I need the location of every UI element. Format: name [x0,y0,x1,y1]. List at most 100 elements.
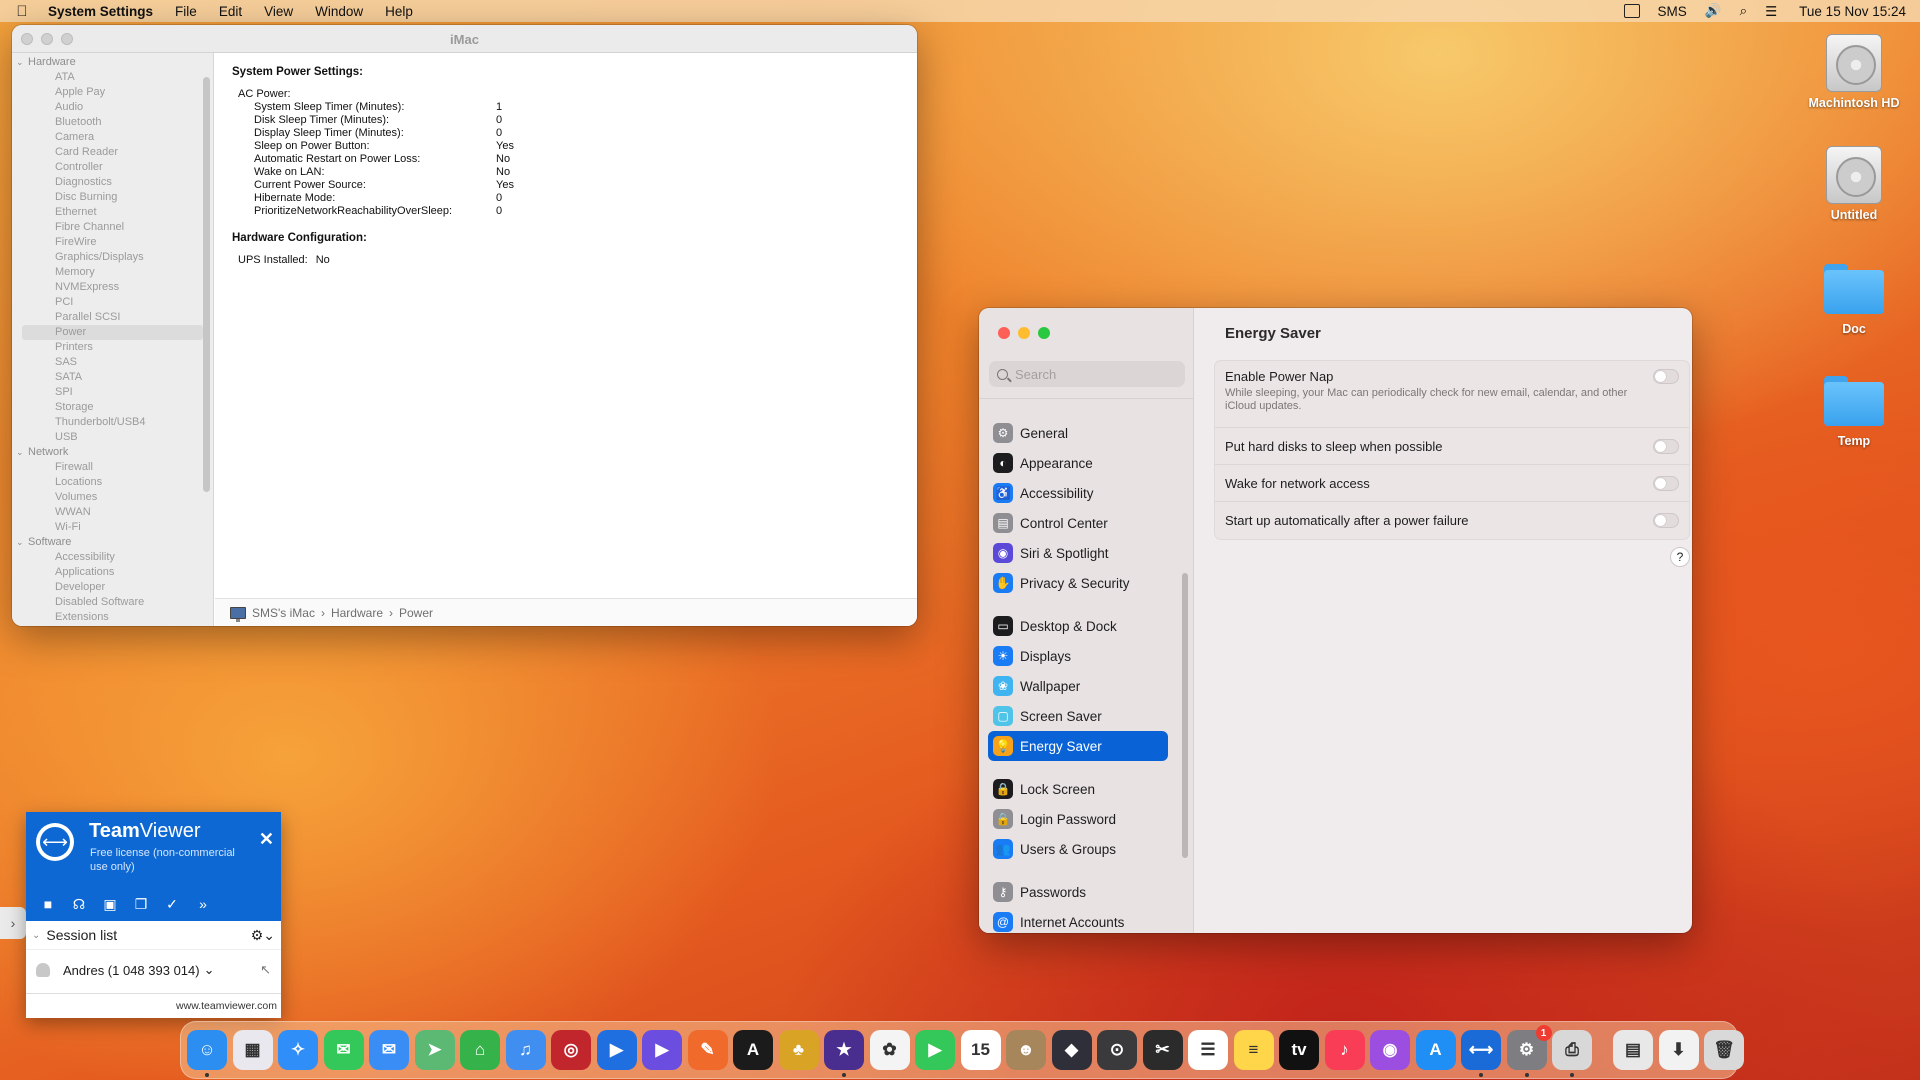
transfer-icon[interactable]: ▶ [596,1030,637,1070]
app-store-icon[interactable]: A [1415,1030,1456,1070]
menu-edit[interactable]: Edit [219,4,242,19]
tools-icon[interactable]: ✓ [163,896,181,913]
tree-item[interactable]: Audio [12,100,213,115]
maps-icon[interactable]: ➤ [414,1030,455,1070]
control-center-icon[interactable]: ☰ [1765,4,1781,19]
desktop-icon-untitled[interactable]: Untitled [1799,146,1909,222]
sidebar-item-desktop-dock[interactable]: ▭ Desktop & Dock [988,611,1168,641]
tree-item[interactable]: Disabled Software [12,595,213,610]
title-bar[interactable]: iMac [12,25,917,53]
photos-icon[interactable]: ✿ [869,1030,910,1070]
reminders-icon[interactable]: ☰ [1188,1030,1228,1070]
sidebar-scrollbar[interactable] [203,77,210,492]
sidebar-item-screen-saver[interactable]: ▢ Screen Saver [988,701,1168,731]
headset-icon[interactable]: ☊ [70,896,88,913]
desktop-icon-machintosh-hd[interactable]: Machintosh HD [1799,34,1909,110]
menu-window[interactable]: Window [315,4,363,19]
video-icon[interactable]: ■ [39,896,57,913]
apple-menu-icon[interactable]:  [14,3,30,20]
pointer-icon[interactable]: ↖ [260,962,271,978]
close-icon[interactable]: ✕ [259,829,274,850]
vector-icon[interactable]: ✎ [687,1030,728,1070]
tree-item[interactable]: Diagnostics [12,175,213,190]
contacts-icon[interactable]: ☻ [1006,1030,1046,1070]
calendar-icon[interactable]: 15 [960,1030,1001,1070]
messages-icon[interactable]: ✉ [323,1030,364,1070]
tree-item[interactable]: Volumes [12,490,213,505]
teamviewer-expand-tab[interactable]: › [0,907,26,939]
notes-icon[interactable]: ≡ [1233,1030,1274,1070]
tree-item[interactable]: Storage [12,400,213,415]
help-button[interactable]: ? [1670,547,1690,567]
pixelmator-icon[interactable]: ◆ [1051,1030,1092,1070]
tree-group[interactable]: ⌄ Network [12,445,213,460]
tree-item[interactable]: Locations [12,475,213,490]
tree-item[interactable]: Wi-Fi [12,520,213,535]
chevron-down-icon[interactable]: ⌄ [16,535,24,550]
airdroid-icon[interactable]: ⌂ [460,1030,500,1070]
menu-help[interactable]: Help [385,4,413,19]
sidebar-item-siri-spotlight[interactable]: ◉ Siri & Spotlight [988,538,1168,568]
sidebar-item-appearance[interactable]: ◐ Appearance [988,448,1168,478]
tree-item[interactable]: SATA [12,370,213,385]
sidebar-item-privacy-security[interactable]: ✋ Privacy & Security [988,568,1168,598]
downloads-stack-icon[interactable]: ⬇ [1658,1030,1699,1070]
tree-item[interactable]: Card Reader [12,145,213,160]
sidebar-item-accessibility[interactable]: ♿ Accessibility [988,478,1168,508]
printer-icon[interactable]: ⎙ [1552,1030,1592,1077]
apple-tv-icon[interactable]: tv [1279,1030,1319,1070]
facetime-icon[interactable]: ▶ [915,1030,955,1070]
session-contact[interactable]: Andres (1 048 393 014) ⌄ ↖ [26,950,281,990]
sidebar-item-energy-saver[interactable]: 💡 Energy Saver [988,731,1168,761]
tree-group[interactable]: ⌄ Hardware [12,55,213,70]
tree-item[interactable]: Disc Burning [12,190,213,205]
search-field[interactable]: Search [989,361,1185,387]
sidebar-item-lock-screen[interactable]: 🔒 Lock Screen [988,774,1168,804]
tree-item[interactable]: USB [12,430,213,445]
path-item[interactable]: Power [399,606,433,620]
menu-clock[interactable]: Tue 15 Nov 15:24 [1799,4,1906,19]
chevron-down-icon[interactable]: ⌄ [16,445,24,460]
teamviewer-url[interactable]: www.teamviewer.com [26,993,281,1018]
screenshot-icon[interactable]: ⊙ [1097,1030,1137,1070]
volume-icon[interactable]: 🔊 [1705,3,1722,19]
chevron-down-icon[interactable]: ⌄ [16,55,24,70]
tree-item[interactable]: PCI [12,295,213,310]
path-item[interactable]: SMS's iMac [252,606,315,620]
final-cut-icon[interactable]: ✂ [1142,1030,1183,1070]
tree-group[interactable]: ⌄ Software [12,535,213,550]
pineapple-icon[interactable]: ♣ [778,1030,819,1070]
desktop-icon-doc[interactable]: Doc [1799,264,1909,336]
tree-item[interactable]: Thunderbolt/USB4 [12,415,213,430]
minimize-button[interactable] [1018,327,1030,339]
tree-item[interactable]: Firewall [12,460,213,475]
aperture-icon[interactable]: ◎ [551,1030,591,1070]
system-settings-icon[interactable]: ⚙ 1 [1506,1025,1552,1077]
menu-file[interactable]: File [175,4,197,19]
sidebar-item-wallpaper[interactable]: ❀ Wallpaper [988,671,1168,701]
sidebar-item-displays[interactable]: ☀ Displays [988,641,1168,671]
safari-icon[interactable]: ✧ [278,1030,318,1070]
sidebar-item-users-groups[interactable]: 👥 Users & Groups [988,834,1168,864]
tree-item[interactable]: Accessibility [12,550,213,565]
sidebar-item-general[interactable]: ⚙ General [988,418,1168,448]
teamviewer-dock-icon[interactable]: ⟷ [1461,1030,1501,1077]
app-menu[interactable]: System Settings [48,4,153,19]
documents-stack-icon[interactable]: ▤ [1613,1030,1653,1070]
tree-item[interactable]: Applications [12,565,213,580]
tree-item[interactable]: Power [22,325,203,340]
tree-item[interactable]: SAS [12,355,213,370]
tree-item[interactable]: Camera [12,130,213,145]
option-toggle[interactable] [1653,369,1679,384]
tree-item[interactable]: Controller [12,160,213,175]
trash-icon[interactable]: 🗑 [1704,1030,1744,1070]
menu-view[interactable]: View [264,4,293,19]
tree-item[interactable]: ATA [12,70,213,85]
finder-icon[interactable]: ☺ [187,1030,227,1077]
music-icon[interactable]: ♪ [1324,1030,1365,1070]
tree-item[interactable]: Memory [12,265,213,280]
chat-icon[interactable]: ▣ [101,896,119,913]
tree-item[interactable]: Graphics/Displays [12,250,213,265]
affinity-icon[interactable]: A [733,1030,773,1070]
tree-item[interactable]: Printers [12,340,213,355]
